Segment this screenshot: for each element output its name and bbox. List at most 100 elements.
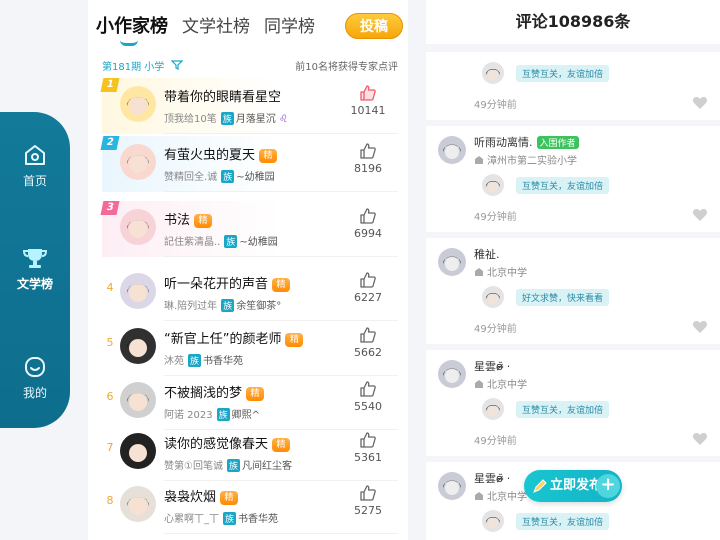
like-button[interactable]: 10141 (348, 84, 388, 117)
heart-icon[interactable] (692, 208, 708, 222)
clan-name[interactable]: ~幼稚园 (236, 172, 274, 183)
clan-name[interactable]: 月落星沉 (236, 114, 276, 125)
author-name[interactable]: 顶我给10笔 (164, 114, 217, 125)
leaderboard-row[interactable]: 8 袅袅炊烟精 心累啊丅_丅族书香华苑 5275 (102, 478, 398, 534)
like-button[interactable]: 5275 (348, 484, 388, 517)
row-divider (164, 533, 398, 534)
reply-bubble[interactable]: 好文求赞，快来看看 (482, 284, 632, 310)
heart-icon[interactable] (692, 96, 708, 110)
work-title-line[interactable]: “新官上任”的颜老师精 (164, 328, 304, 347)
work-title-line[interactable]: 袅袅炊烟精 (164, 486, 239, 505)
author-name[interactable]: 記住紫清晶.. (164, 237, 220, 248)
clan-name[interactable]: ~幼稚园 (239, 237, 277, 248)
clan-name[interactable]: 卿熙^ (232, 410, 260, 421)
commenter-avatar[interactable] (438, 248, 466, 276)
leaderboard-row[interactable]: 3 书法精 記住紫清晶.. 族 ~幼稚园 6994 (100, 201, 398, 257)
tab-literary-clubs[interactable]: 文学社榜 (182, 12, 250, 37)
avatar[interactable] (120, 86, 156, 122)
reply-bubble[interactable]: 互赞互关，友谊加倍 (482, 508, 632, 534)
clan-name[interactable]: 书香华苑 (203, 356, 243, 367)
work-title-line[interactable]: 听一朵花开的声音精 (164, 273, 291, 292)
school-line: 漳州市第二实验小学 (474, 152, 577, 167)
leaderboard-row[interactable]: 2 有萤火虫的夏天精 赞精回全.诚族 ~幼稚园 8196 (100, 136, 398, 192)
work-title-line[interactable]: 书法精 (164, 209, 213, 228)
author-name[interactable]: 沐苑 (164, 356, 184, 367)
commenter-name[interactable]: 星雲ʚ̴̶̷̆ · (474, 472, 510, 485)
leaderboard-row[interactable]: 6 不被搁浅的梦精 阿诺 2023 族卿熙^ 5540 (102, 374, 398, 430)
clan-name[interactable]: 余笙御茶° (236, 301, 281, 312)
nav-item-home[interactable]: 首页 (0, 142, 70, 189)
like-button[interactable]: 5361 (348, 431, 388, 464)
work-title[interactable]: 带着你的眼睛看星空 (164, 90, 281, 105)
commenter-name[interactable]: 星雲ʚ̴̶̷̆ · (474, 360, 510, 373)
heart-icon[interactable] (692, 432, 708, 446)
work-title[interactable]: 书法 (164, 213, 190, 228)
avatar[interactable] (120, 486, 156, 522)
avatar[interactable] (120, 328, 156, 364)
commenter-name[interactable]: 稚祉. (474, 248, 500, 261)
work-title[interactable]: 读你的感觉像春天 (164, 437, 268, 452)
avatar[interactable] (120, 144, 156, 180)
tab-classmates[interactable]: 同学榜 (264, 12, 315, 37)
like-button[interactable]: 6994 (348, 207, 388, 240)
reply-bubble[interactable]: 互赞互关，友谊加倍 (482, 396, 632, 422)
publish-now-button[interactable]: 立即发布 + (524, 470, 622, 502)
row-divider (164, 191, 398, 192)
like-button[interactable]: 6227 (348, 271, 388, 304)
reply-text: 互赞互关，友谊加倍 (516, 513, 610, 530)
school-icon (475, 492, 483, 500)
like-count: 5275 (354, 504, 382, 517)
commenter-avatar[interactable] (438, 472, 466, 500)
work-title-line[interactable]: 带着你的眼睛看星空 (164, 86, 281, 105)
like-button[interactable]: 5662 (348, 326, 388, 359)
reply-bubble[interactable]: 互赞互关，友谊加倍 (482, 172, 632, 198)
work-title[interactable]: “新官上任”的颜老师 (164, 332, 281, 347)
replier-avatar (482, 510, 504, 532)
leaderboard-row[interactable]: 1 带着你的眼睛看星空 顶我给10笔族月落星沉 ♌ 10141 (100, 78, 398, 134)
thumbs-up-icon (360, 85, 376, 101)
author-name[interactable]: 心累啊丅_丅 (164, 514, 219, 525)
featured-badge: 精 (194, 213, 213, 228)
nav-item-me[interactable]: 我的 (0, 354, 70, 401)
avatar[interactable] (120, 382, 156, 418)
period-filter[interactable]: 第181期 小学 (102, 58, 184, 73)
clan-name[interactable]: 凡间红尘客 (242, 461, 292, 472)
reply-bubble[interactable]: 互赞互关，友谊加倍 (482, 60, 632, 86)
leaderboard-row[interactable]: 4 听一朵花开的声音精 琳.陪列过年族余笙御茶° 6227 (102, 265, 398, 321)
leaderboard-panel: 小作家榜 文学社榜 同学榜 投稿 第181期 小学 前10名将获得专家点评 1 … (88, 0, 408, 540)
leaderboard-row[interactable]: 5 “新官上任”的颜老师精 沐苑族书香华苑 5662 (102, 320, 398, 376)
rank-badge: 1 (100, 78, 120, 92)
author-name[interactable]: 阿诺 2023 (164, 410, 213, 421)
work-title[interactable]: 袅袅炊烟 (164, 490, 216, 505)
work-title[interactable]: 有萤火虫的夏天 (164, 148, 255, 163)
avatar[interactable] (120, 209, 156, 245)
heart-icon[interactable] (692, 320, 708, 334)
work-title[interactable]: 不被搁浅的梦 (164, 386, 242, 401)
author-name[interactable]: 赞第①回笔诚 (164, 461, 223, 472)
like-button[interactable]: 5540 (348, 380, 388, 413)
avatar[interactable] (120, 433, 156, 469)
thumbs-up-icon (360, 485, 376, 501)
reply-text: 互赞互关，友谊加倍 (516, 177, 610, 194)
like-button[interactable]: 8196 (348, 142, 388, 175)
tab-young-writers[interactable]: 小作家榜 (96, 12, 168, 38)
clan-tag: 族 (221, 299, 235, 312)
work-title-line[interactable]: 读你的感觉像春天精 (164, 433, 291, 452)
clan-name[interactable]: 书香华苑 (238, 514, 278, 525)
nav-item-literature-board[interactable]: 文学榜 (0, 245, 70, 292)
work-title-line[interactable]: 不被搁浅的梦精 (164, 382, 265, 401)
leaderboard-row[interactable]: 7 读你的感觉像春天精 赞第①回笔诚族凡间红尘客 5361 (102, 425, 398, 481)
replier-avatar (482, 174, 504, 196)
comment-card: 稚祉. 北京中学 好文求赞，快来看看 49分钟前 (426, 238, 720, 344)
work-title-line[interactable]: 有萤火虫的夏天精 (164, 144, 278, 163)
commenter-name[interactable]: 听雨动离情. (474, 136, 533, 149)
submit-post-button[interactable]: 投稿 (345, 13, 403, 39)
commenter-avatar[interactable] (438, 360, 466, 388)
clan-tag: 族 (224, 235, 238, 248)
work-title[interactable]: 听一朵花开的声音 (164, 277, 268, 292)
author-name[interactable]: 赞精回全.诚 (164, 172, 217, 183)
author-name[interactable]: 琳.陪列过年 (164, 301, 217, 312)
avatar[interactable] (120, 273, 156, 309)
thumbs-up-icon (360, 272, 376, 288)
commenter-avatar[interactable] (438, 136, 466, 164)
